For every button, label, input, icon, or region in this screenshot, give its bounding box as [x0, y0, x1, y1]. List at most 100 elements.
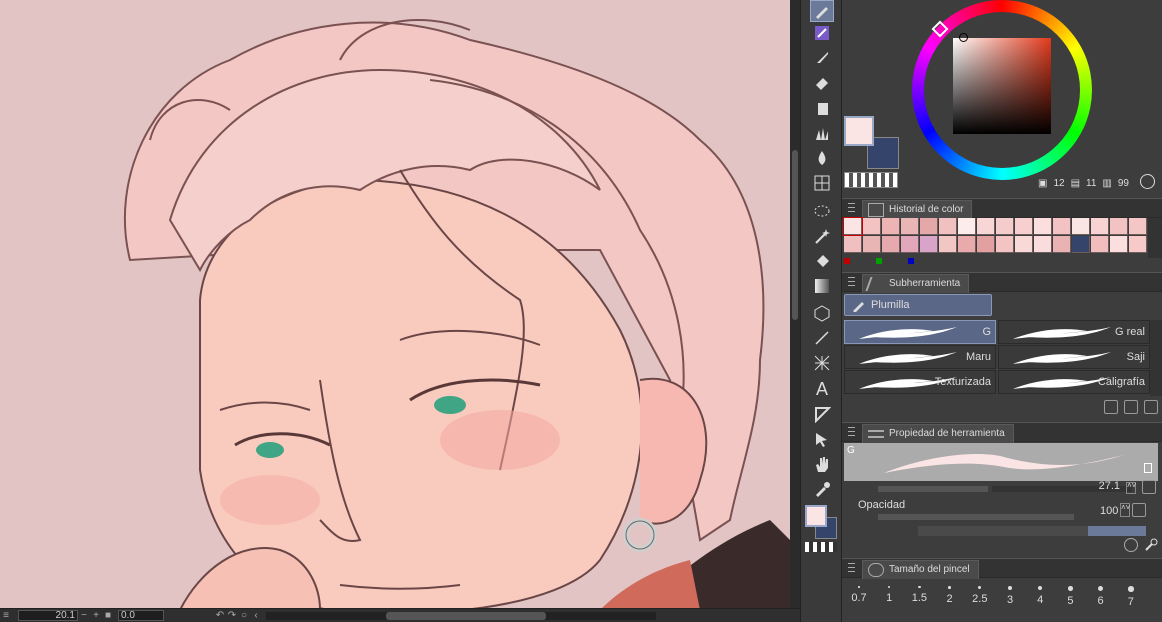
color-swatch[interactable] [1110, 218, 1128, 235]
brush-size-option[interactable]: 3 [995, 580, 1025, 620]
color-swatch[interactable] [1072, 218, 1090, 235]
wrench-icon[interactable] [1144, 538, 1158, 552]
color-swatch[interactable] [901, 218, 919, 235]
color-swatch[interactable] [1053, 218, 1071, 235]
selection-tool-icon[interactable] [810, 200, 834, 222]
color-swatch[interactable] [882, 218, 900, 235]
decoration-tool-icon[interactable] [810, 97, 834, 119]
rotation-input[interactable]: 0.0 [118, 610, 164, 621]
trash-icon[interactable] [1144, 400, 1158, 414]
subtool-scroll[interactable] [1150, 320, 1162, 396]
color-swatch[interactable] [863, 236, 881, 253]
rotate-left-button[interactable]: ↶ [214, 610, 226, 621]
zoom-input[interactable]: 20.1 [18, 610, 78, 621]
eraser-tool-icon[interactable] [810, 72, 834, 94]
magic-wand-icon[interactable] [810, 225, 834, 247]
color-swatch[interactable] [843, 217, 863, 236]
timer-icon[interactable] [1124, 538, 1138, 552]
blend-tool-icon[interactable] [810, 147, 834, 169]
line-tool-icon[interactable] [810, 327, 834, 349]
color-mode-play-icon[interactable] [1140, 174, 1155, 189]
panel-menu-icon[interactable] [848, 203, 855, 212]
download-icon[interactable] [1104, 400, 1118, 414]
color-swatch[interactable] [844, 236, 862, 253]
brush-size-option[interactable]: 2 [935, 580, 965, 620]
color-swatch[interactable] [1053, 236, 1071, 253]
color-swatch[interactable] [920, 218, 938, 235]
text-tool-icon[interactable]: A [810, 378, 834, 400]
scroll-left-button[interactable]: ‹ [250, 610, 262, 621]
color-swatch[interactable] [920, 236, 938, 253]
opacity-slider[interactable] [878, 514, 1074, 520]
color-swatch[interactable] [1072, 236, 1090, 253]
reset-rotation-button[interactable]: ○ [238, 610, 250, 621]
color-swatch[interactable] [958, 218, 976, 235]
color-swatch[interactable] [977, 236, 995, 253]
color-swatch[interactable] [1129, 236, 1147, 253]
color-swatch[interactable] [939, 218, 957, 235]
brush-size-option[interactable]: 1.5 [904, 580, 934, 620]
transparent-swatch[interactable] [844, 172, 898, 188]
color-swatch[interactable] [1034, 236, 1052, 253]
zoom-out-button[interactable]: − [78, 610, 90, 621]
tab-tool-property[interactable]: Propiedad de herramienta [862, 424, 1014, 443]
frame-tool-icon[interactable] [810, 352, 834, 374]
tab-color-history[interactable]: Historial de color [862, 200, 973, 219]
antialiasing-row[interactable] [918, 526, 1146, 536]
opacity-settings-icon[interactable] [1132, 503, 1146, 517]
color-swatch[interactable] [1015, 236, 1033, 253]
drawing-canvas[interactable] [0, 0, 790, 610]
brush-size-slider[interactable] [878, 486, 988, 492]
color-swatch[interactable] [1034, 218, 1052, 235]
color-swatch[interactable] [1091, 236, 1109, 253]
color-swatch[interactable] [1015, 218, 1033, 235]
brush-size-option[interactable]: 1 [874, 580, 904, 620]
lock-icon[interactable] [1144, 463, 1152, 473]
color-swatch[interactable] [977, 218, 995, 235]
color-swatch[interactable] [939, 236, 957, 253]
color-picker-cursor[interactable] [959, 33, 968, 42]
brush-size-option[interactable]: 7 [1116, 580, 1146, 620]
subtool-group-plumilla[interactable]: Plumilla [844, 294, 992, 316]
color-swatch[interactable] [996, 236, 1014, 253]
duplicate-icon[interactable] [1124, 400, 1138, 414]
brush-item[interactable]: Saji [998, 345, 1150, 369]
panel-menu-icon[interactable] [848, 277, 855, 286]
horizontal-scrollbar[interactable] [266, 611, 656, 620]
size-pressure-icon[interactable] [1142, 480, 1156, 494]
brush-item[interactable]: G [844, 320, 996, 344]
color-swatch[interactable] [901, 236, 919, 253]
grass-brush-icon[interactable] [810, 122, 834, 144]
fill-tool-icon[interactable] [810, 250, 834, 272]
opacity-value[interactable]: 100 [1100, 505, 1118, 517]
tab-subtool[interactable]: Subherramienta [862, 274, 970, 293]
color-swatch[interactable] [996, 218, 1014, 235]
pencil-tool-icon[interactable] [810, 22, 834, 44]
operation-tool-icon[interactable] [810, 428, 834, 450]
brush-tool-icon[interactable] [810, 47, 834, 69]
brush-size-option[interactable]: 0.7 [844, 580, 874, 620]
panel-menu-icon[interactable] [848, 563, 855, 572]
saturation-value-square[interactable] [953, 38, 1051, 134]
color-swatch[interactable] [1110, 236, 1128, 253]
size-spinner[interactable]: ˄˅ [1126, 482, 1136, 494]
color-swatch[interactable] [863, 218, 881, 235]
color-swatch[interactable] [958, 236, 976, 253]
brush-item[interactable]: Maru [844, 345, 996, 369]
object-tool-icon[interactable] [810, 302, 834, 324]
brush-size-option[interactable]: 2.5 [965, 580, 995, 620]
grid-tool-icon[interactable] [810, 172, 834, 194]
brush-size-option[interactable]: 4 [1025, 580, 1055, 620]
rotate-right-button[interactable]: ↷ [226, 610, 238, 621]
brush-item[interactable]: G real [998, 320, 1150, 344]
transparent-color-icon[interactable] [805, 542, 837, 552]
tool-color-indicator[interactable] [805, 505, 841, 541]
brush-size-option[interactable]: 5 [1055, 580, 1085, 620]
color-swatch[interactable] [1129, 218, 1147, 235]
tab-brush-size[interactable]: Tamaño del pincel [862, 560, 979, 579]
color-swatch[interactable] [1091, 218, 1109, 235]
balloon-tool-icon[interactable] [810, 403, 834, 425]
hand-tool-icon[interactable] [810, 453, 834, 475]
gradient-tool-icon[interactable] [810, 275, 834, 297]
brush-item[interactable]: Caligrafía [998, 370, 1150, 394]
